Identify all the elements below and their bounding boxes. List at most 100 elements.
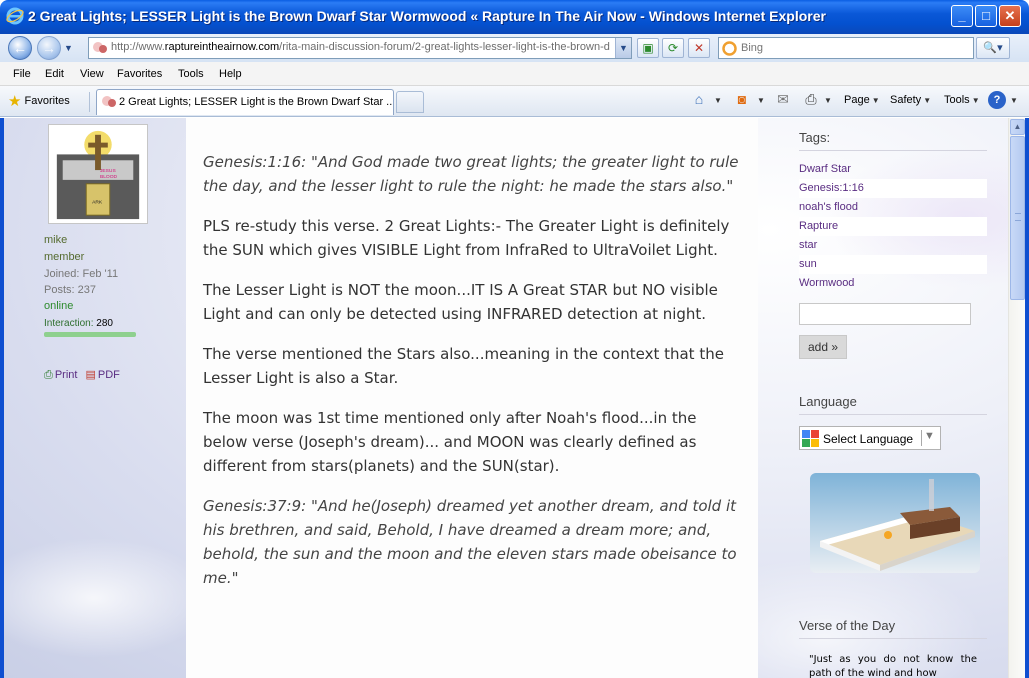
address-url: http://www.raptureintheairnow.com/rita-m… bbox=[111, 41, 610, 53]
recent-pages-dropdown-icon[interactable]: ▼ bbox=[64, 43, 73, 53]
help-dropdown-icon[interactable]: ▼ bbox=[1008, 94, 1018, 106]
read-mail-icon[interactable]: ✉ bbox=[774, 91, 792, 109]
close-button[interactable]: ✕ bbox=[999, 5, 1021, 27]
home-dropdown-icon[interactable]: ▼ bbox=[712, 94, 722, 106]
pdf-icon: ▤ bbox=[85, 369, 96, 381]
menu-favorites[interactable]: Favorites bbox=[117, 68, 162, 80]
address-dropdown-icon[interactable]: ▼ bbox=[615, 38, 631, 58]
refresh-icon[interactable]: ⟳ bbox=[662, 38, 684, 58]
author-name[interactable]: mike bbox=[44, 234, 67, 246]
new-tab-button[interactable] bbox=[396, 91, 424, 113]
maximize-button[interactable]: □ bbox=[975, 5, 997, 27]
chevron-down-icon: ▼ bbox=[924, 430, 935, 442]
post-content: Genesis:1:16: "And God made two great li… bbox=[186, 118, 758, 678]
print-links: ⎙ Print ▤ PDF bbox=[44, 368, 122, 382]
pdf-link[interactable]: PDF bbox=[98, 369, 120, 381]
tab-command-bar: ★ Favorites 2 Great Lights; LESSER Light… bbox=[0, 86, 1029, 117]
printer-icon: ⎙ bbox=[44, 369, 53, 381]
post-paragraph: The verse mentioned the Stars also...mea… bbox=[203, 345, 724, 387]
internet-explorer-icon bbox=[6, 7, 24, 25]
language-select[interactable]: Select Language ▼ bbox=[799, 426, 941, 450]
tag-link[interactable]: Rapture bbox=[799, 217, 987, 236]
stop-icon[interactable]: ✕ bbox=[688, 38, 710, 58]
favorites-star-icon: ★ bbox=[8, 93, 22, 110]
vertical-scrollbar[interactable]: ▲ bbox=[1008, 118, 1025, 678]
site-favicon-icon bbox=[93, 42, 107, 53]
tags-heading: Tags: bbox=[799, 130, 831, 145]
google-icon bbox=[802, 430, 819, 447]
language-divider bbox=[799, 414, 987, 415]
svg-text:ARK: ARK bbox=[92, 199, 103, 205]
address-toolbar: ← → ▼ http://www.raptureintheairnow.com/… bbox=[0, 34, 1029, 62]
favorites-button[interactable]: ★ Favorites bbox=[8, 92, 70, 110]
toolbar-divider bbox=[89, 92, 90, 112]
svg-text:JESUS: JESUS bbox=[100, 168, 117, 174]
tag-link[interactable]: star bbox=[799, 236, 987, 255]
bing-icon bbox=[722, 41, 737, 56]
browser-tab-active[interactable]: 2 Great Lights; LESSER Light is the Brow… bbox=[96, 89, 394, 115]
post-paragraph: Genesis:37:9: "And he(Joseph) dreamed ye… bbox=[203, 497, 737, 587]
add-tag-button[interactable]: add » bbox=[799, 335, 847, 359]
compatibility-view-icon[interactable]: ▣ bbox=[637, 38, 659, 58]
address-bar[interactable]: http://www.raptureintheairnow.com/rita-m… bbox=[88, 37, 632, 59]
forward-button[interactable]: → bbox=[37, 36, 61, 60]
tag-link[interactable]: Genesis:1:16 bbox=[799, 179, 987, 198]
tag-link[interactable]: Wormwood bbox=[799, 274, 987, 293]
window-title: 2 Great Lights; LESSER Light is the Brow… bbox=[28, 8, 826, 24]
menu-file[interactable]: File bbox=[13, 68, 31, 80]
language-select-label: Select Language bbox=[823, 432, 914, 446]
menu-tools[interactable]: Tools bbox=[178, 68, 204, 80]
page-viewport: JESUS BLOOD ARK mike member Joined: Feb … bbox=[0, 118, 1029, 678]
home-icon[interactable]: ⌂ bbox=[690, 91, 708, 109]
verse-of-day-text: "Just as you do not know the path of the… bbox=[809, 654, 977, 678]
post-paragraph: The Lesser Light is NOT the moon...IT IS… bbox=[203, 281, 718, 323]
right-sidebar: Tags: Dwarf Star Genesis:1:16 noah's flo… bbox=[790, 118, 998, 678]
select-divider bbox=[921, 430, 922, 446]
print-dropdown-icon[interactable]: ▼ bbox=[822, 94, 832, 106]
tags-divider bbox=[799, 150, 987, 151]
menu-edit[interactable]: Edit bbox=[45, 68, 64, 80]
menu-help[interactable]: Help bbox=[219, 68, 242, 80]
tools-menu-button[interactable]: Tools ▼ bbox=[944, 94, 980, 106]
tag-list: Dwarf Star Genesis:1:16 noah's flood Rap… bbox=[799, 160, 987, 293]
author-role: member bbox=[44, 251, 85, 263]
post-paragraph: Genesis:1:16: "And God made two great li… bbox=[203, 153, 739, 195]
window-title-bar[interactable]: 2 Great Lights; LESSER Light is the Brow… bbox=[0, 0, 1029, 34]
feed-dropdown-icon[interactable]: ▼ bbox=[755, 94, 765, 106]
search-input[interactable] bbox=[741, 40, 969, 56]
print-icon[interactable]: ⎙ bbox=[802, 91, 820, 109]
menu-bar: File Edit View Favorites Tools Help bbox=[0, 62, 1029, 86]
safety-menu-button[interactable]: Safety ▼ bbox=[890, 94, 931, 106]
author-posts: Posts: 237 bbox=[44, 284, 96, 296]
add-tag-input[interactable] bbox=[799, 303, 971, 325]
author-avatar[interactable]: JESUS BLOOD ARK bbox=[48, 124, 148, 224]
tabernacle-image bbox=[810, 473, 980, 573]
favorites-label: Favorites bbox=[24, 95, 70, 107]
back-button[interactable]: ← bbox=[8, 36, 32, 60]
menu-view[interactable]: View bbox=[80, 68, 104, 80]
tag-link[interactable]: sun bbox=[799, 255, 987, 274]
tag-link[interactable]: noah's flood bbox=[799, 198, 987, 217]
search-button[interactable]: 🔍▾ bbox=[976, 37, 1010, 59]
scrollbar-thumb[interactable] bbox=[1010, 136, 1025, 300]
language-heading: Language bbox=[799, 394, 857, 409]
tab-title: 2 Great Lights; LESSER Light is the Brow… bbox=[119, 96, 394, 108]
interaction-bar bbox=[44, 332, 136, 337]
post-paragraph: The moon was 1st time mentioned only aft… bbox=[203, 409, 697, 475]
scroll-up-icon[interactable]: ▲ bbox=[1010, 119, 1025, 135]
author-joined: Joined: Feb '11 bbox=[44, 268, 119, 280]
search-box[interactable] bbox=[718, 37, 974, 59]
author-interaction: Interaction: 280 bbox=[44, 318, 113, 329]
page-menu-button[interactable]: Page ▼ bbox=[844, 94, 880, 106]
minimize-button[interactable]: _ bbox=[951, 5, 973, 27]
rss-feed-icon[interactable]: ◙ bbox=[733, 91, 751, 109]
tab-favicon-icon bbox=[102, 96, 116, 107]
help-icon[interactable]: ? bbox=[988, 91, 1006, 109]
author-online-status: online bbox=[44, 300, 74, 312]
print-link[interactable]: Print bbox=[55, 369, 78, 381]
verse-of-day-heading: Verse of the Day bbox=[799, 618, 896, 633]
svg-text:BLOOD: BLOOD bbox=[100, 174, 118, 180]
scrollbar-grip bbox=[1015, 213, 1021, 221]
verse-divider bbox=[799, 638, 987, 639]
tag-link[interactable]: Dwarf Star bbox=[799, 160, 987, 179]
